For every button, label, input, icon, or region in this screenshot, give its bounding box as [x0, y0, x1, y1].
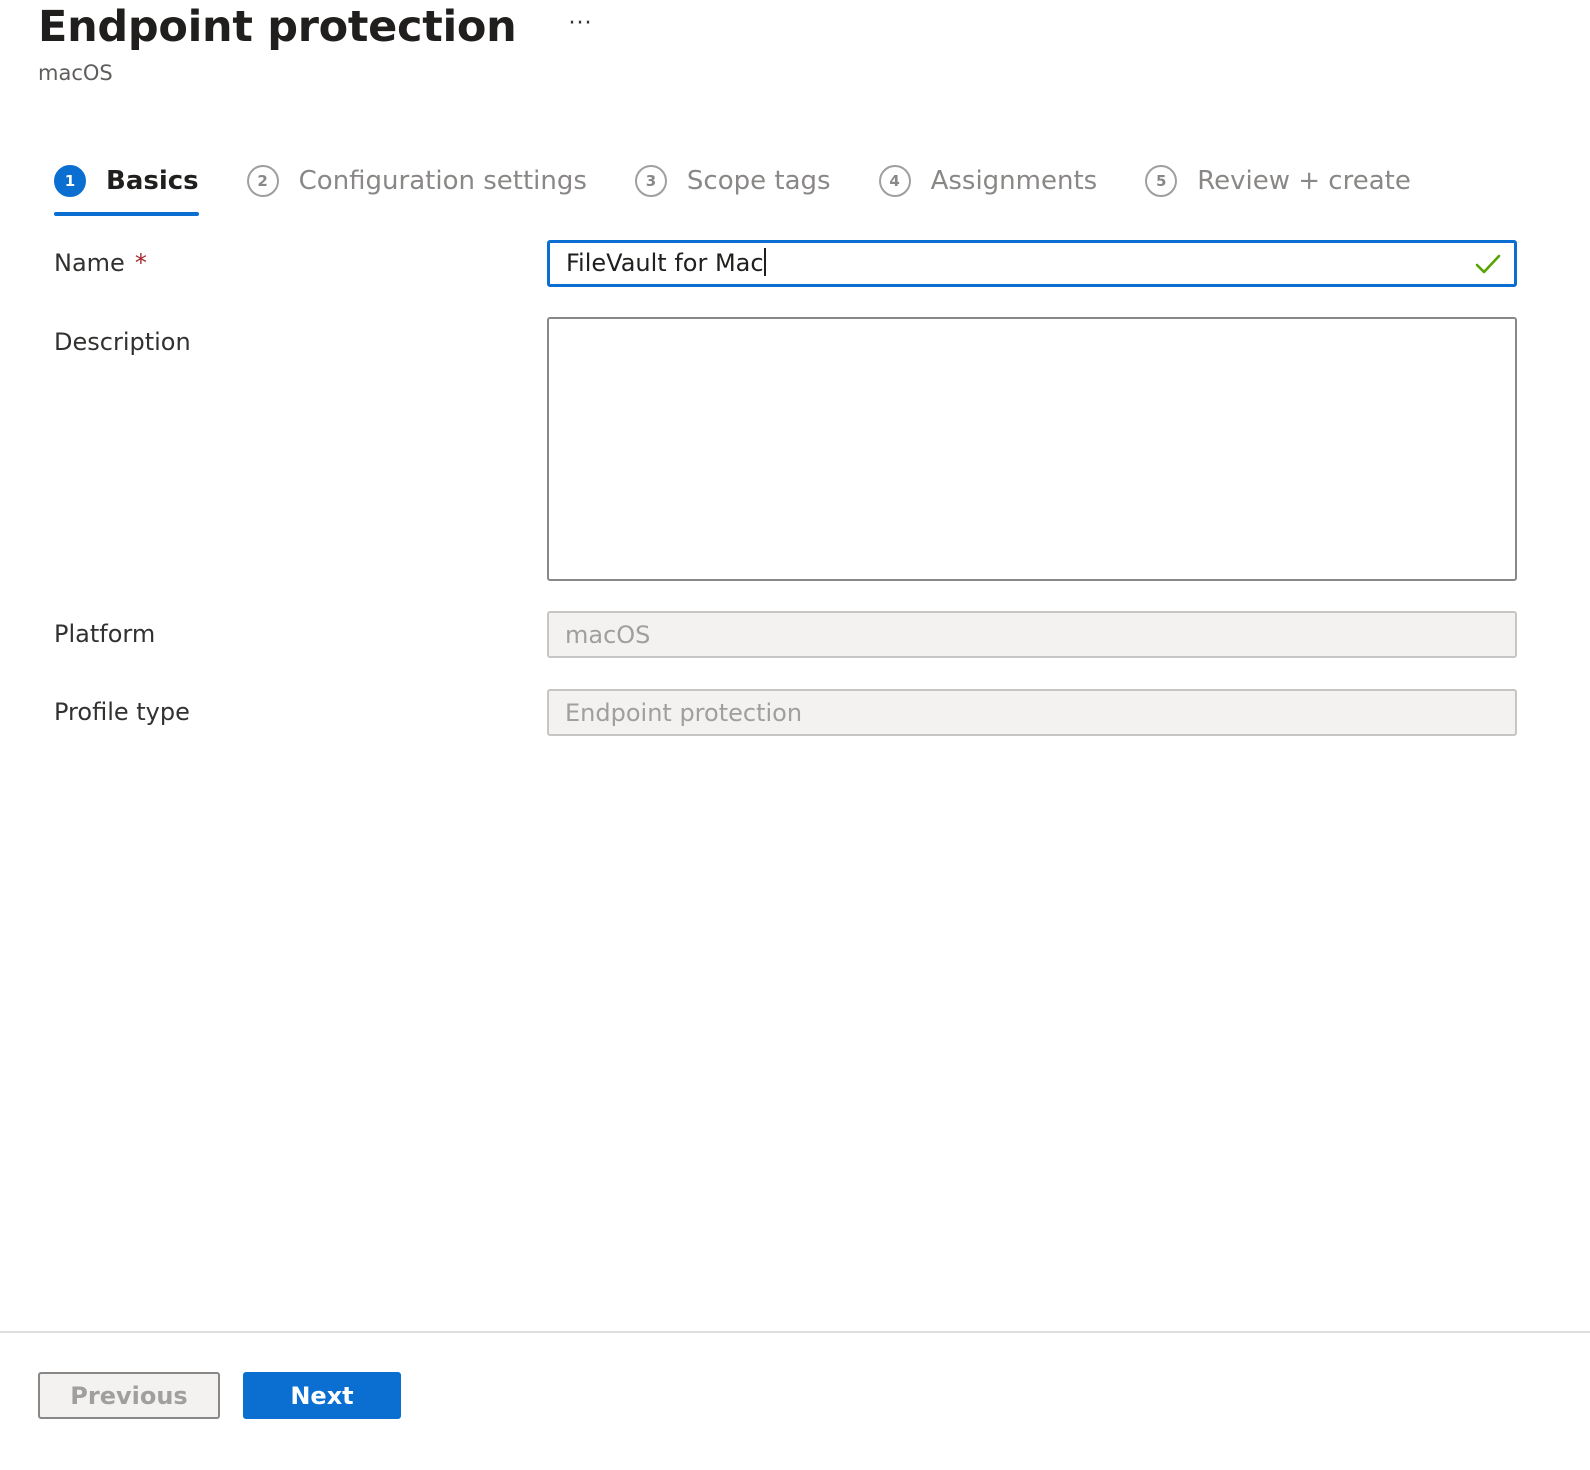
step-number-badge: 3: [634, 165, 667, 197]
profile-type-field: Endpoint protection: [547, 689, 1517, 736]
step-number-badge: 4: [878, 165, 911, 197]
step-number-badge: 1: [54, 165, 86, 197]
name-input-text: FileVault for Mac: [566, 249, 764, 277]
step-label: Configuration settings: [298, 166, 587, 196]
previous-button[interactable]: Previous: [38, 1372, 220, 1419]
step-label: Review + create: [1197, 166, 1411, 196]
required-indicator: *: [134, 249, 147, 277]
description-textarea[interactable]: [547, 317, 1517, 581]
step-label: Scope tags: [686, 166, 831, 196]
page-title: Endpoint protection: [38, 2, 517, 52]
step-label: Basics: [106, 166, 199, 196]
platform-value: macOS: [565, 620, 651, 649]
name-label-text: Name: [54, 249, 125, 277]
step-scope-tags[interactable]: 3 Scope tags: [634, 150, 831, 212]
profile-type-value: Endpoint protection: [565, 698, 803, 727]
name-label: Name *: [54, 246, 147, 280]
checkmark-icon: [1474, 250, 1502, 278]
page-subtitle: macOS: [38, 61, 113, 85]
description-row: Description: [54, 317, 1518, 581]
description-label: Description: [54, 328, 191, 356]
name-input[interactable]: FileVault for Mac: [547, 240, 1517, 287]
wizard-steps: 1 Basics 2 Configuration settings 3 Scop…: [54, 150, 1459, 216]
step-number-badge: 5: [1145, 165, 1178, 197]
profile-type-label: Profile type: [54, 698, 190, 726]
step-configuration-settings[interactable]: 2 Configuration settings: [246, 150, 587, 212]
title-row: Endpoint protection ···: [38, 0, 1538, 54]
name-row: Name * FileVault for Mac: [54, 240, 1518, 287]
step-basics[interactable]: 1 Basics: [54, 150, 199, 216]
step-review-create[interactable]: 5 Review + create: [1145, 150, 1411, 212]
text-caret: [763, 248, 766, 276]
platform-row: Platform macOS: [54, 611, 1518, 658]
platform-label: Platform: [54, 620, 156, 648]
step-label: Assignments: [930, 166, 1098, 196]
step-number-badge: 2: [246, 165, 279, 197]
platform-field: macOS: [547, 611, 1517, 658]
more-ellipsis-icon[interactable]: ···: [568, 4, 592, 44]
page-header: Endpoint protection ··· macOS: [38, 0, 1538, 85]
footer-divider: [0, 1331, 1590, 1333]
step-assignments[interactable]: 4 Assignments: [878, 150, 1098, 212]
profile-type-row: Profile type Endpoint protection: [54, 689, 1518, 736]
name-input-value: FileVault for Mac: [566, 248, 1474, 278]
next-button[interactable]: Next: [243, 1372, 401, 1419]
